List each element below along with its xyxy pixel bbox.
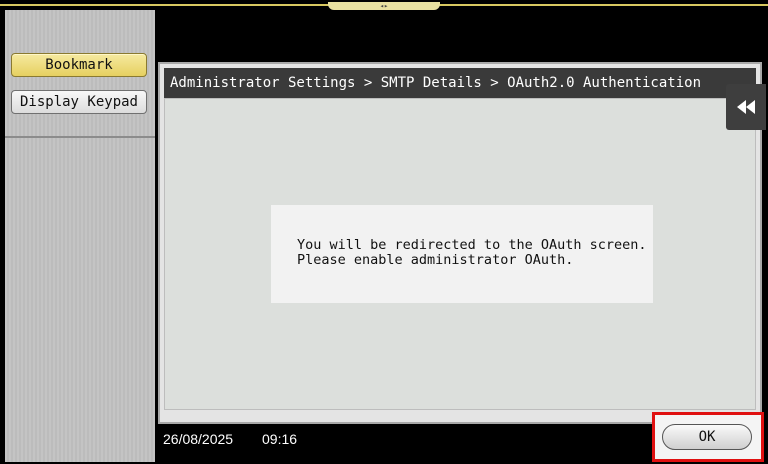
status-date: 26/08/2025	[163, 431, 234, 447]
divider	[5, 136, 155, 138]
status-bar: 26/08/2025 09:16	[156, 424, 656, 462]
dialog-body: You will be redirected to the OAuth scre…	[164, 98, 756, 410]
dialog: Administrator Settings > SMTP Details > …	[158, 62, 762, 424]
message-line-2: Please enable administrator OAuth.	[297, 252, 574, 268]
rewind-icon[interactable]	[726, 84, 766, 130]
bookmark-button[interactable]: Bookmark	[11, 53, 147, 77]
display-keypad-button[interactable]: Display Keypad	[11, 90, 147, 114]
left-panel: Bookmark Display Keypad	[5, 10, 155, 462]
status-time: 09:16	[262, 431, 298, 447]
breadcrumb: Administrator Settings > SMTP Details > …	[164, 68, 756, 98]
drag-handle-icon[interactable]: ◂▸	[328, 2, 440, 10]
ok-button[interactable]: OK	[662, 424, 752, 450]
message-box: You will be redirected to the OAuth scre…	[271, 205, 653, 303]
message-line-1: You will be redirected to the OAuth scre…	[297, 237, 647, 253]
device-screen: ◂▸ Bookmark Display Keypad Administrator…	[0, 0, 768, 464]
rewind-icon-glyph	[737, 100, 755, 114]
ok-button-highlight: OK	[652, 412, 764, 462]
